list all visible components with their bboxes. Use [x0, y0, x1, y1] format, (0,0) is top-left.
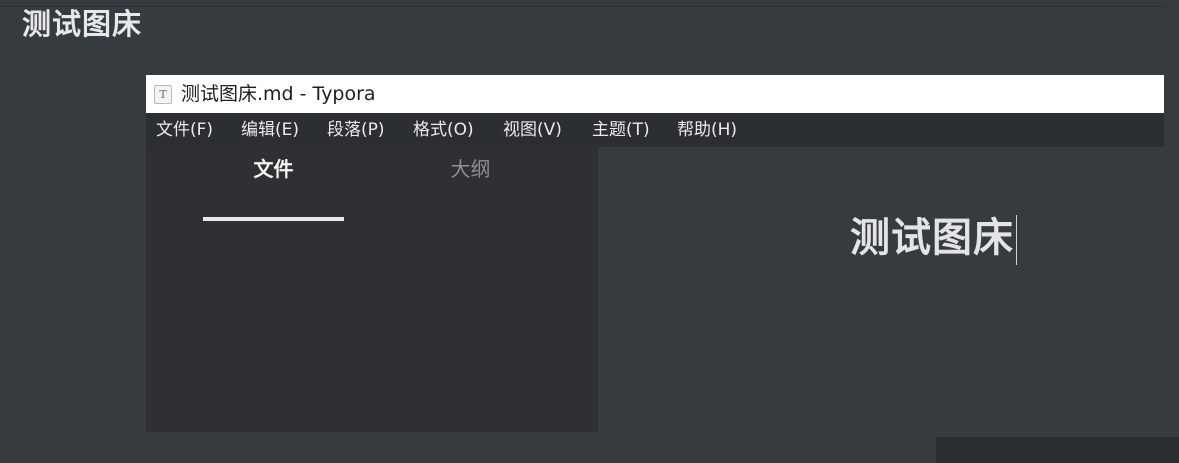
- tab-outline[interactable]: 大纲: [400, 147, 541, 191]
- typora-icon: T: [154, 85, 172, 104]
- menu-view[interactable]: 视图(V): [503, 113, 562, 147]
- document-heading[interactable]: 测试图床: [850, 212, 1014, 264]
- title-bar[interactable]: T 测试图床.md - Typora: [146, 75, 1164, 113]
- menu-help[interactable]: 帮助(H): [677, 113, 737, 147]
- tab-files[interactable]: 文件: [203, 147, 344, 191]
- text-cursor: [1016, 215, 1017, 265]
- menu-edit[interactable]: 编辑(E): [241, 113, 299, 147]
- sidebar-panel: 文件 大纲: [146, 147, 598, 432]
- screenshot-canvas: 测试图床 T 测试图床.md - Typora 文件(F) 编辑(E) 段落(P…: [0, 0, 1179, 463]
- menu-paragraph[interactable]: 段落(P): [327, 113, 385, 147]
- top-divider: [0, 6, 1165, 7]
- page-heading: 测试图床: [22, 7, 143, 41]
- typora-window: T 测试图床.md - Typora 文件(F) 编辑(E) 段落(P) 格式(…: [146, 75, 1164, 432]
- editor-area[interactable]: 测试图床: [598, 147, 1164, 432]
- menu-bar: 文件(F) 编辑(E) 段落(P) 格式(O) 视图(V) 主题(T) 帮助(H…: [146, 113, 1164, 147]
- window-title: 测试图床.md - Typora: [181, 83, 376, 105]
- active-tab-indicator: [203, 217, 344, 221]
- menu-file[interactable]: 文件(F): [156, 113, 213, 147]
- menu-theme[interactable]: 主题(T): [592, 113, 650, 147]
- corner-overlay: [936, 437, 1179, 463]
- menu-format[interactable]: 格式(O): [413, 113, 474, 147]
